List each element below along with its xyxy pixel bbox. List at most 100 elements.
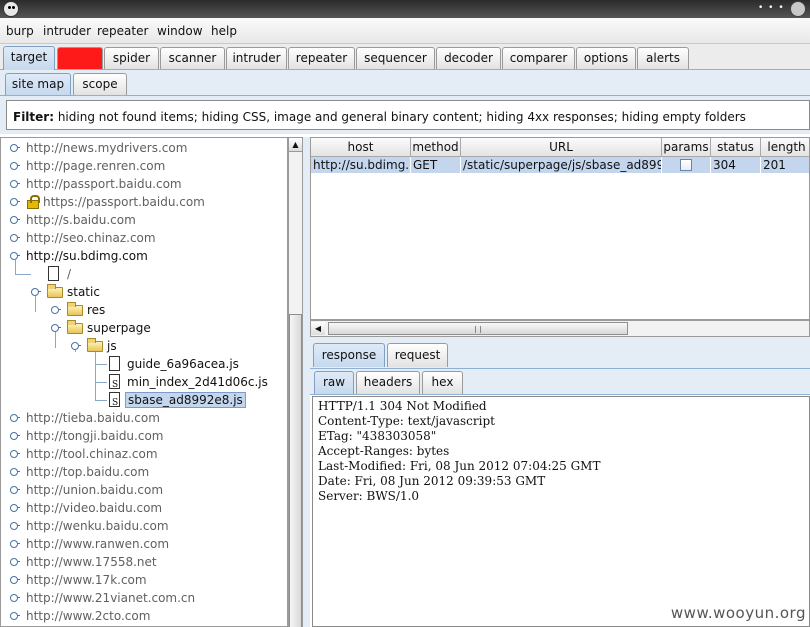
tree-connector: [95, 350, 96, 400]
tab-site-map[interactable]: site map: [5, 73, 71, 95]
menu-help[interactable]: help: [211, 24, 237, 38]
column-header-url[interactable]: URL: [461, 138, 662, 157]
tab-scanner[interactable]: scanner: [160, 47, 225, 69]
scroll-left-icon[interactable]: ◀: [311, 322, 325, 335]
column-header-length[interactable]: length: [761, 138, 809, 157]
tab-intruder[interactable]: intruder: [226, 47, 287, 69]
response-line: Server: BWS/1.0: [318, 489, 420, 503]
response-line: ETag: "438303058": [318, 429, 437, 443]
pane-splitter[interactable]: [303, 137, 310, 627]
tree-file-row-selected[interactable]: sbase_ad8992e8.js: [107, 391, 246, 412]
tree-node-icon: [10, 215, 20, 225]
tree-file-row[interactable]: min_index_2d41d06c.js: [107, 373, 268, 394]
tree-host-row[interactable]: http://union.baidu.com: [10, 481, 163, 499]
tree-host-row[interactable]: http://news.mydrivers.com: [10, 139, 187, 157]
cell-url[interactable]: /static/superpage/js/sbase_ad899...: [461, 157, 662, 173]
tree-node-icon: [10, 233, 20, 243]
menu-burp[interactable]: burp: [6, 24, 34, 38]
tree-host-row[interactable]: http://top.baidu.com: [10, 463, 149, 481]
response-line: Last-Modified: Fri, 08 Jun 2012 07:04:25…: [318, 459, 601, 473]
tree-host-label: http://www.17558.net: [26, 555, 157, 569]
tree-host-label: http://tool.chinaz.com: [26, 447, 158, 461]
tree-folder-row[interactable]: static: [31, 283, 100, 301]
tree-host-row[interactable]: http://page.renren.com: [10, 157, 165, 175]
tree-folder-row[interactable]: js: [71, 337, 117, 355]
tree-node-label: guide_6a96acea.js: [127, 357, 239, 371]
tree-scrollbar-thumb[interactable]: [289, 314, 302, 627]
app-icon: [3, 1, 19, 17]
tree-host-row[interactable]: http://www.21vianet.com.cn: [10, 589, 195, 607]
tab-hex[interactable]: hex: [422, 371, 463, 394]
tree-host-label: http://www.21vianet.com.cn: [26, 591, 196, 605]
request-table[interactable]: host method URL params status length htt…: [310, 137, 810, 320]
menu-intruder[interactable]: intruder: [43, 24, 91, 38]
cell-params[interactable]: [662, 157, 711, 173]
tree-node-icon: [10, 467, 20, 477]
menu-window[interactable]: window: [157, 24, 203, 38]
tree-host-row[interactable]: http://www.ranwen.com: [10, 535, 169, 553]
tab-raw[interactable]: raw: [314, 371, 354, 394]
tree-node-icon: [10, 449, 20, 459]
tree-file-row[interactable]: /: [31, 265, 71, 283]
folder-icon: [87, 338, 103, 352]
cell-length[interactable]: 201: [761, 157, 809, 173]
column-header-host[interactable]: host: [311, 138, 411, 157]
tab-spider[interactable]: spider: [104, 47, 159, 69]
tree-node-label: min_index_2d41d06c.js: [127, 375, 268, 389]
tab-headers[interactable]: headers: [356, 371, 420, 394]
tree-host-row[interactable]: http://www.2cto.com: [10, 607, 150, 625]
tree-host-row[interactable]: https://passport.baidu.com: [10, 193, 205, 211]
folder-icon: [67, 320, 83, 334]
column-header-params[interactable]: params: [662, 138, 711, 157]
tab-proxy[interactable]: proxy: [57, 47, 103, 69]
tree-host-row[interactable]: http://www.17558.net: [10, 553, 157, 571]
message-tab-bar: [310, 337, 810, 369]
filter-box[interactable]: Filter: hiding not found items; hiding C…: [6, 100, 810, 130]
tab-alerts[interactable]: alerts: [637, 47, 689, 69]
cell-method[interactable]: GET: [411, 157, 461, 173]
filter-label: Filter:: [13, 110, 55, 124]
tree-host-row[interactable]: http://s.baidu.com: [10, 211, 136, 229]
tree-host-row[interactable]: http://tongji.baidu.com: [10, 427, 163, 445]
tab-comparer[interactable]: comparer: [502, 47, 575, 69]
script-file-icon: [109, 392, 120, 412]
menu-repeater[interactable]: repeater: [97, 24, 148, 38]
tree-host-row[interactable]: http://tool.chinaz.com: [10, 445, 158, 463]
tree-file-row[interactable]: guide_6a96acea.js: [107, 355, 239, 373]
tab-sequencer[interactable]: sequencer: [356, 47, 435, 69]
folder-icon: [47, 284, 63, 298]
tab-scope[interactable]: scope: [73, 73, 127, 95]
tab-repeater[interactable]: repeater: [288, 47, 355, 69]
tab-options[interactable]: options: [576, 47, 636, 69]
tree-node-icon: [10, 521, 20, 531]
tree-folder-row[interactable]: res: [51, 301, 105, 319]
tree-connector: [95, 400, 107, 401]
window-control-icon[interactable]: [790, 1, 806, 17]
tree-host-row[interactable]: http://wenku.baidu.com: [10, 517, 169, 535]
column-header-status[interactable]: status: [711, 138, 761, 157]
tree-scrollbar[interactable]: ▲: [288, 137, 303, 627]
column-header-method[interactable]: method: [411, 138, 461, 157]
tree-node-icon: [10, 197, 20, 207]
cell-host[interactable]: http://su.bdimg....: [311, 157, 411, 173]
params-checkbox[interactable]: [680, 159, 692, 171]
tree-host-row[interactable]: http://seo.chinaz.com: [10, 229, 156, 247]
tree-host-row[interactable]: http://video.baidu.com: [10, 499, 162, 517]
table-scrollbar-thumb[interactable]: [328, 322, 628, 335]
tab-target[interactable]: target: [3, 46, 55, 70]
site-map-tree[interactable]: http://news.mydrivers.com http://page.re…: [0, 137, 288, 627]
tree-host-row-expanded[interactable]: http://su.bdimg.com: [10, 247, 148, 265]
tree-host-row[interactable]: http://passport.baidu.com: [10, 175, 182, 193]
tree-folder-row[interactable]: superpage: [51, 319, 151, 337]
tree-host-row[interactable]: http://www.17k.com: [10, 571, 147, 589]
tab-request[interactable]: request: [387, 343, 448, 367]
cell-status[interactable]: 304: [711, 157, 761, 173]
tab-decoder[interactable]: decoder: [436, 47, 501, 69]
tree-host-row[interactable]: http://tieba.baidu.com: [10, 409, 160, 427]
raw-response-text[interactable]: HTTP/1.1 304 Not Modified Content-Type: …: [312, 396, 810, 627]
table-horizontal-scrollbar[interactable]: ◀: [310, 320, 810, 337]
file-icon: [109, 356, 120, 371]
tab-response[interactable]: response: [313, 343, 385, 367]
scroll-up-icon[interactable]: ▲: [289, 138, 302, 152]
tree-host-label: http://www.17k.com: [26, 573, 147, 587]
